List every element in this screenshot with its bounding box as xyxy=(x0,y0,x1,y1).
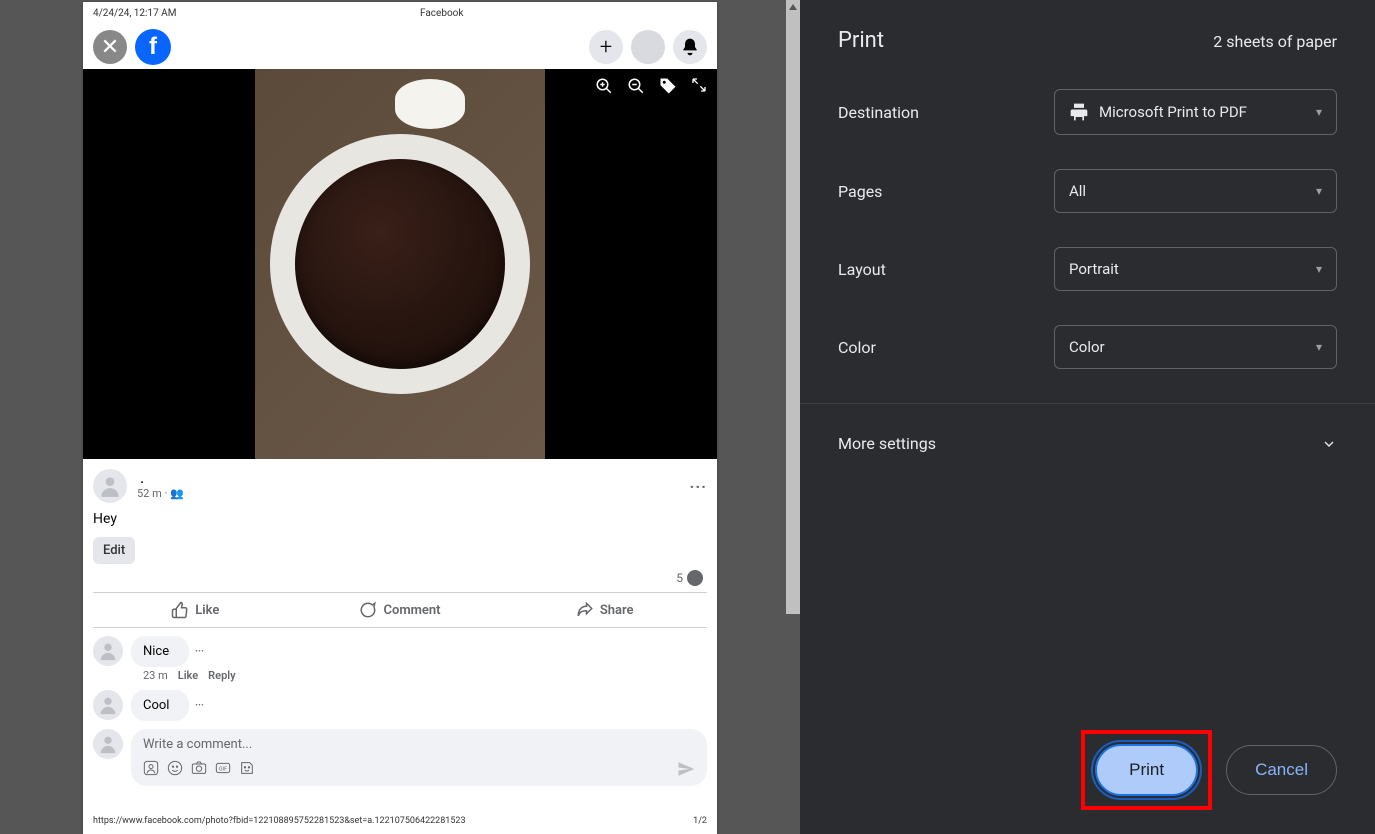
avatar[interactable] xyxy=(93,636,123,666)
layout-value: Portrait xyxy=(1069,260,1119,278)
destination-label: Destination xyxy=(838,103,1054,122)
send-icon[interactable] xyxy=(677,760,695,778)
like-label: Like xyxy=(195,603,219,618)
destination-select[interactable]: Microsoft Print to PDF ▾ xyxy=(1054,89,1337,135)
print-preview-area: 4/24/24, 12:17 AM Facebook ✕ f + xyxy=(0,0,800,834)
comment-text: Nice xyxy=(131,636,189,667)
messenger-icon[interactable] xyxy=(631,30,665,64)
chevron-down-icon: ▾ xyxy=(1316,262,1322,276)
color-value: Color xyxy=(1069,338,1105,356)
pages-label: Pages xyxy=(838,182,1054,201)
layout-label: Layout xyxy=(838,260,1054,279)
sticker-icon[interactable] xyxy=(239,760,255,778)
footer-page-number: 1/2 xyxy=(693,816,707,826)
preview-page: 4/24/24, 12:17 AM Facebook ✕ f + xyxy=(83,2,717,834)
comment-item: Nice ··· 23 m Like Reply xyxy=(93,636,707,682)
layout-select[interactable]: Portrait ▾ xyxy=(1054,247,1337,291)
pages-select[interactable]: All ▾ xyxy=(1054,169,1337,213)
post-author-name[interactable]: . xyxy=(137,472,184,487)
comment-item: Cool ··· xyxy=(93,690,707,721)
svg-text:GIF: GIF xyxy=(219,767,227,773)
emoji-icon[interactable] xyxy=(167,760,183,778)
comment-input[interactable]: Write a comment... GIF xyxy=(131,729,707,786)
comment-like-button[interactable]: Like xyxy=(178,669,198,682)
share-button[interactable]: Share xyxy=(502,593,707,627)
facebook-logo[interactable]: f xyxy=(135,29,171,65)
share-label: Share xyxy=(600,603,634,618)
comment-button[interactable]: Comment xyxy=(298,593,503,627)
comment-menu-button[interactable]: ··· xyxy=(195,646,204,657)
comment-label: Comment xyxy=(383,603,440,618)
reaction-icon[interactable] xyxy=(687,570,703,586)
scroll-up-button[interactable] xyxy=(786,0,800,14)
chevron-down-icon: ▾ xyxy=(1316,184,1322,198)
photo-viewer xyxy=(83,69,717,459)
panel-title: Print xyxy=(838,28,884,53)
edit-button[interactable]: Edit xyxy=(93,537,135,564)
color-select[interactable]: Color ▾ xyxy=(1054,325,1337,369)
more-settings-label: More settings xyxy=(838,434,936,453)
tag-icon[interactable] xyxy=(659,77,677,95)
post-menu-button[interactable]: ··· xyxy=(690,477,707,496)
comment-menu-button[interactable]: ··· xyxy=(195,700,204,711)
reaction-count: 5 xyxy=(676,571,683,585)
chevron-down-icon xyxy=(1321,436,1337,452)
printer-icon xyxy=(1069,102,1089,122)
post-text: Hey xyxy=(93,511,707,527)
avatar xyxy=(93,729,123,759)
destination-value: Microsoft Print to PDF xyxy=(1099,103,1247,121)
print-button-highlight: Print xyxy=(1081,730,1212,810)
create-button[interactable]: + xyxy=(589,30,623,64)
avatar[interactable] xyxy=(93,469,127,503)
print-panel: Print 2 sheets of paper Destination Micr… xyxy=(800,0,1375,834)
comment-placeholder: Write a comment... xyxy=(143,737,695,752)
page-header-datetime: 4/24/24, 12:17 AM xyxy=(93,8,176,19)
audience-friends-icon: 👥 xyxy=(170,487,184,500)
footer-url: https://www.facebook.com/photo?fbid=1221… xyxy=(93,816,466,826)
notifications-icon[interactable] xyxy=(673,30,707,64)
cancel-button[interactable]: Cancel xyxy=(1226,745,1337,795)
chevron-down-icon: ▾ xyxy=(1316,340,1322,354)
color-label: Color xyxy=(838,338,1054,357)
comment-age: 23 m xyxy=(143,669,168,682)
chevron-down-icon: ▾ xyxy=(1316,105,1322,119)
print-button[interactable]: Print xyxy=(1095,744,1198,796)
more-settings-toggle[interactable]: More settings xyxy=(838,428,1337,459)
post-time: 52 m xyxy=(137,487,162,500)
close-icon[interactable]: ✕ xyxy=(93,30,127,64)
avatar-sticker-icon[interactable] xyxy=(143,760,159,778)
comment-text: Cool xyxy=(131,690,189,721)
gif-icon[interactable]: GIF xyxy=(215,760,231,778)
like-button[interactable]: Like xyxy=(93,593,298,627)
sheets-count: 2 sheets of paper xyxy=(1213,32,1337,51)
scrollbar-thumb[interactable] xyxy=(786,14,800,614)
page-header-title: Facebook xyxy=(420,8,463,19)
avatar[interactable] xyxy=(93,690,123,720)
pages-value: All xyxy=(1069,182,1086,200)
camera-icon[interactable] xyxy=(191,760,207,778)
fullscreen-icon[interactable] xyxy=(691,77,707,95)
zoom-out-icon[interactable] xyxy=(627,77,645,95)
zoom-in-icon[interactable] xyxy=(595,77,613,95)
comment-reply-button[interactable]: Reply xyxy=(208,669,235,682)
post-photo xyxy=(255,69,545,459)
